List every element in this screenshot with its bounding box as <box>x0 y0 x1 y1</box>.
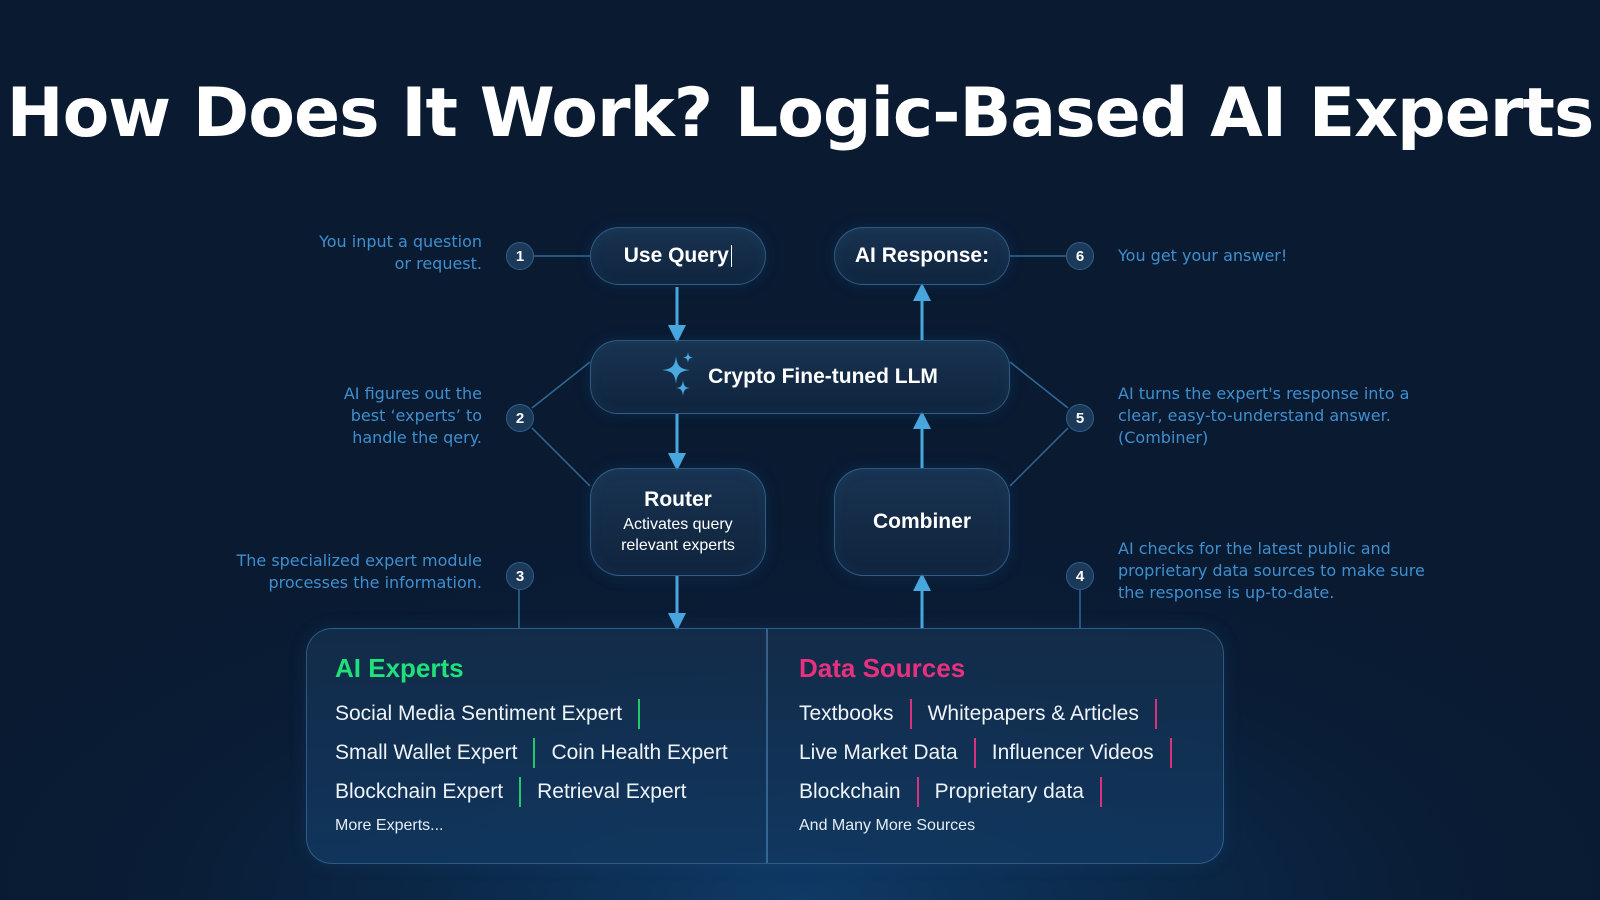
ai-experts-row: Small Wallet Expert Coin Health Expert <box>335 733 728 772</box>
router-node: Router Activates query relevant experts <box>590 468 766 576</box>
data-sources-row: Textbooks Whitepapers & Articles <box>799 694 1188 733</box>
separator <box>519 776 522 807</box>
step-2-note: AI figures out the best ‘experts’ to han… <box>343 384 482 447</box>
combiner-node: Combiner <box>834 468 1010 576</box>
ai-experts-row: Social Media Sentiment Expert <box>335 694 728 733</box>
separator <box>533 737 536 768</box>
step-badge-2: 2 <box>506 404 534 432</box>
separator <box>1154 698 1157 729</box>
expert-item: Small Wallet Expert <box>335 740 518 764</box>
separator <box>973 737 976 768</box>
step-6-note: You get your answer! <box>1118 246 1288 265</box>
step-5-leader-down <box>1009 427 1069 487</box>
more-sources-text: And Many More Sources <box>799 817 976 834</box>
use-query-node: Use Query <box>590 227 766 285</box>
step-badge-3: 3 <box>506 562 534 590</box>
source-item: Proprietary data <box>934 779 1084 803</box>
ai-response-node: AI Response: <box>834 227 1010 285</box>
step-badge-6: 6 <box>1066 242 1094 270</box>
expert-item: Social Media Sentiment Expert <box>335 701 623 725</box>
separator <box>1099 776 1102 807</box>
source-item: Textbooks <box>799 701 894 725</box>
step-badge-5: 5 <box>1066 404 1094 432</box>
text-caret-icon <box>730 245 733 268</box>
source-item: Whitepapers & Articles <box>927 701 1139 725</box>
step-5-note: AI turns the expert's response into a cl… <box>1118 384 1410 447</box>
data-sources-row: Live Market Data Influencer Videos <box>799 733 1188 772</box>
step-2-leader-up <box>531 361 591 409</box>
combiner-title: Combiner <box>872 510 971 533</box>
data-sources-row: Blockchain Proprietary data <box>799 772 1188 811</box>
separator <box>1169 737 1172 768</box>
ai-experts-row: Blockchain Expert Retrieval Expert <box>335 772 728 811</box>
source-item: Influencer Videos <box>991 740 1154 764</box>
step-3-note: The specialized expert module processes … <box>236 551 482 592</box>
expert-item: Coin Health Expert <box>551 740 728 764</box>
step-2-leader-down <box>531 427 591 487</box>
sparkles-icon <box>662 352 694 396</box>
expert-item: Retrieval Expert <box>537 779 687 803</box>
step-5-leader-up <box>1009 361 1069 409</box>
separator <box>909 698 912 729</box>
llm-node: Crypto Fine-tuned LLM <box>590 340 1010 414</box>
step-1-note: You input a question or request. <box>319 232 482 273</box>
data-sources-title: Data Sources <box>799 653 966 683</box>
expert-item: Blockchain Expert <box>335 779 504 803</box>
ai-response-label: AI Response: <box>854 244 990 267</box>
router-subtitle-line2: relevant experts <box>621 537 735 554</box>
step-badge-4: 4 <box>1066 562 1094 590</box>
router-title: Router <box>644 488 712 511</box>
experts-sources-panel: AI Experts Social Media Sentiment Expert… <box>306 628 1224 864</box>
panel-divider <box>766 629 768 863</box>
use-query-label: Use Query <box>623 244 729 267</box>
separator <box>638 698 641 729</box>
separator <box>916 776 919 807</box>
source-item: Live Market Data <box>799 740 958 764</box>
step-4-note: AI checks for the latest public and prop… <box>1118 539 1425 602</box>
llm-label: Crypto Fine-tuned LLM <box>708 365 938 388</box>
data-sources-column: Data Sources Textbooks Whitepapers & Art… <box>799 653 1188 835</box>
step-badge-1: 1 <box>506 242 534 270</box>
source-item: Blockchain <box>799 779 901 803</box>
more-experts-text: More Experts... <box>335 817 444 834</box>
router-subtitle-line1: Activates query <box>623 516 733 533</box>
ai-experts-title: AI Experts <box>335 653 464 683</box>
ai-experts-column: AI Experts Social Media Sentiment Expert… <box>335 653 728 835</box>
